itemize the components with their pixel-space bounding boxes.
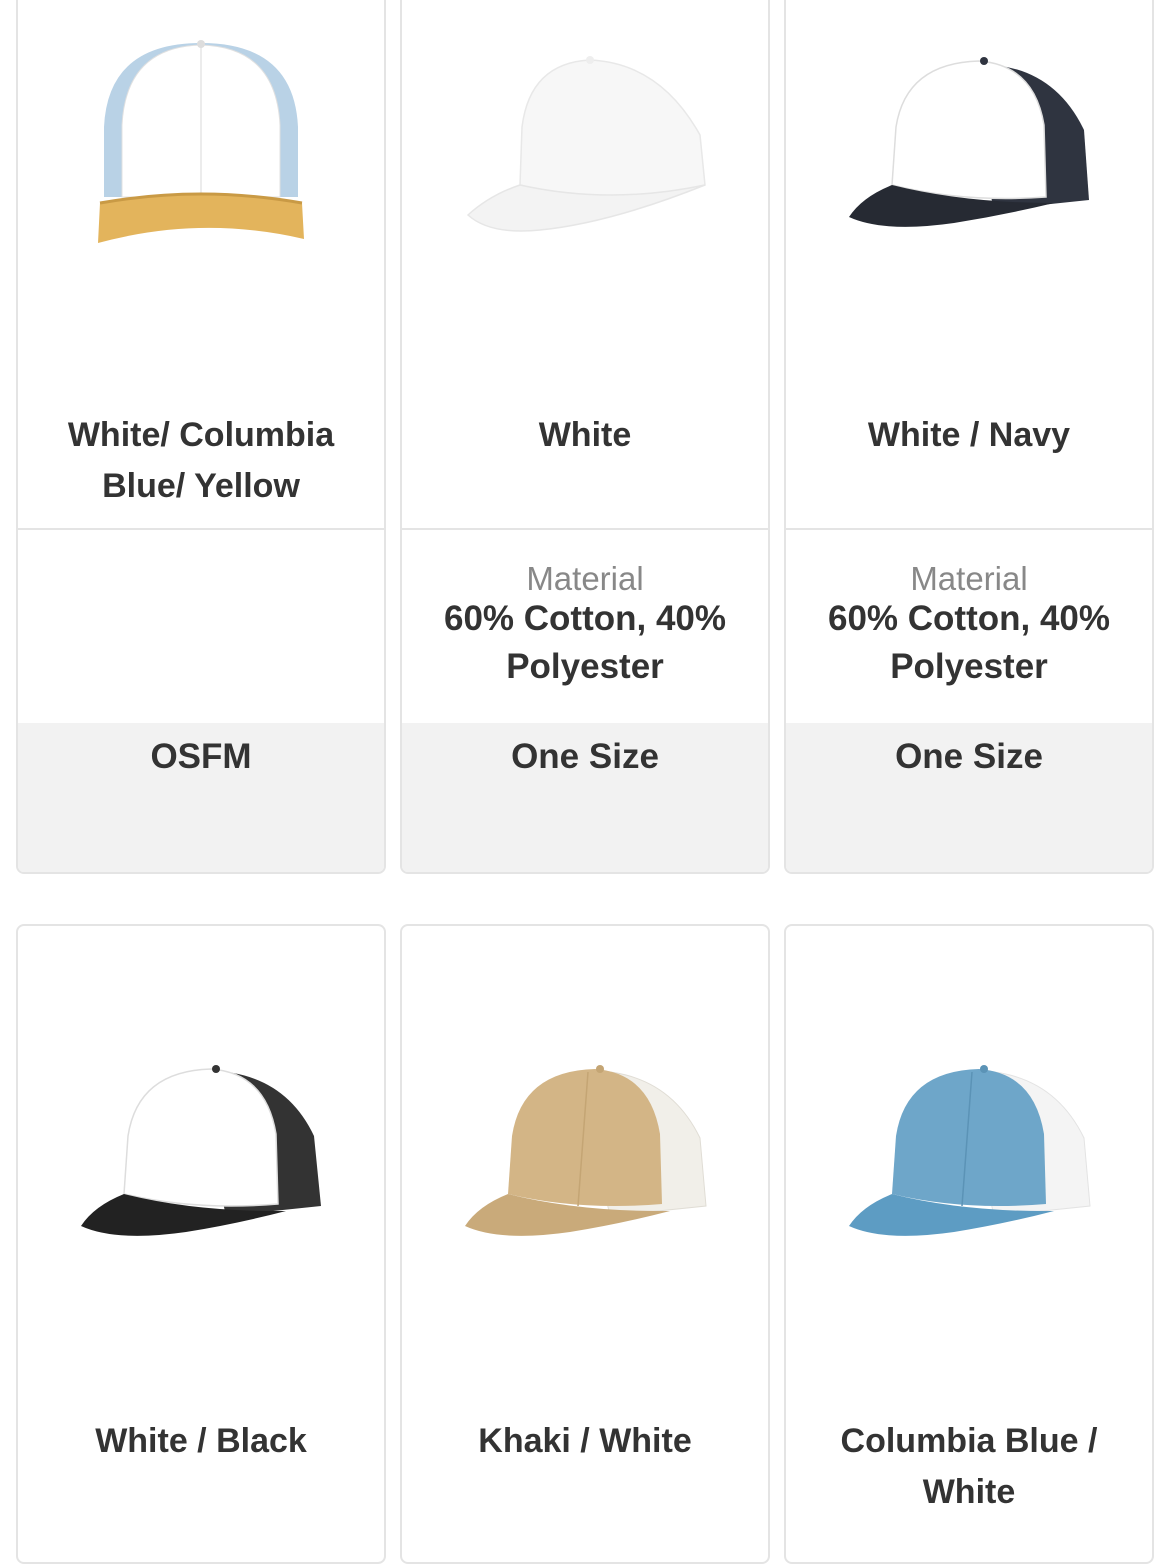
material-value: 60% Cotton, 40% Polyester xyxy=(828,599,1110,686)
product-card[interactable]: Khaki / White xyxy=(400,924,770,1564)
trucker-cap-white-icon xyxy=(466,56,706,232)
material-value: 60% Cotton, 40% Polyester xyxy=(444,599,726,686)
product-size: OSFM xyxy=(150,737,252,776)
product-card[interactable]: White/ Columbia Blue/ Yellow OSFM xyxy=(16,0,386,874)
product-card[interactable]: White / Black xyxy=(16,924,386,1564)
product-card[interactable]: White Material 60% Cotton, 40% Polyester… xyxy=(400,0,770,874)
material-label: Material xyxy=(526,560,644,597)
product-color-name: White xyxy=(538,416,632,454)
product-card[interactable]: Columbia Blue / White xyxy=(784,924,1154,1564)
product-color-name: White/ Columbia Blue/ Yellow xyxy=(67,416,335,505)
card-divider xyxy=(786,528,1152,530)
product-color-name: Khaki / White xyxy=(478,1422,692,1460)
size-section: One Size xyxy=(402,723,768,872)
trucker-cap-white-black-icon xyxy=(81,1065,321,1236)
product-card[interactable]: White / Navy Material 60% Cotton, 40% Po… xyxy=(784,0,1154,874)
product-color-name: White / Navy xyxy=(867,416,1071,454)
product-size: One Size xyxy=(511,737,659,776)
size-section: One Size xyxy=(786,723,1152,872)
trucker-cap-khaki-white-icon xyxy=(465,1065,707,1236)
trucker-cap-white-navy-icon xyxy=(849,57,1089,227)
product-size: One Size xyxy=(895,737,1043,776)
trucker-cap-columbia-blue-white-icon xyxy=(849,1065,1091,1236)
card-divider xyxy=(18,528,384,530)
card-divider xyxy=(402,528,768,530)
trucker-cap-white-columbia-blue-yellow-icon xyxy=(98,40,304,243)
size-section: OSFM xyxy=(18,723,384,872)
product-color-name: White / Black xyxy=(95,1422,307,1460)
material-label: Material xyxy=(910,560,1028,597)
product-color-name: Columbia Blue / White xyxy=(840,1422,1098,1511)
